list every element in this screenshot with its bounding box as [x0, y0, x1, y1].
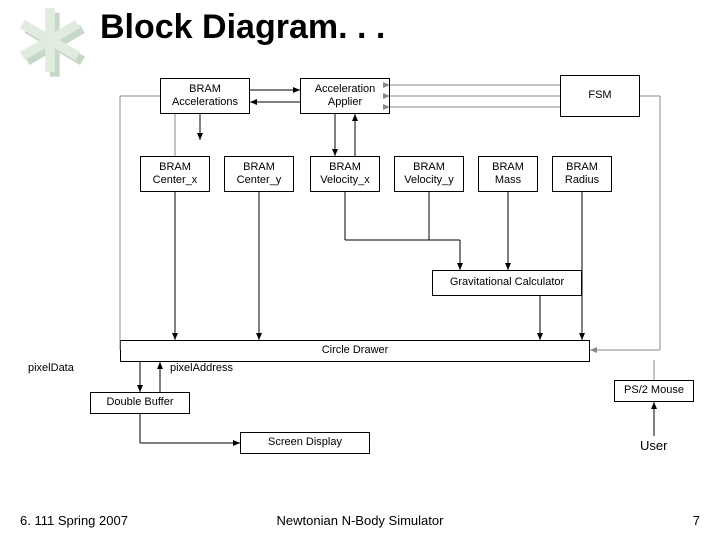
- block-line: Mass: [495, 174, 521, 187]
- block-line: Center_y: [237, 174, 282, 187]
- block-bram-velocity-x: BRAM Velocity_x: [310, 156, 380, 192]
- block-line: PS/2 Mouse: [624, 384, 684, 397]
- block-bram-accelerations: BRAM Accelerations: [160, 78, 250, 114]
- block-line: Center_x: [153, 174, 198, 187]
- block-line: Accelerations: [172, 96, 238, 109]
- asterisk-decor: [10, 0, 90, 80]
- block-line: Acceleration: [315, 83, 376, 96]
- block-line: Radius: [565, 174, 599, 187]
- label-pixel-data: pixelData: [28, 362, 74, 374]
- block-gravitational-calculator: Gravitational Calculator: [432, 270, 582, 296]
- block-screen-display: Screen Display: [240, 432, 370, 454]
- block-double-buffer: Double Buffer: [90, 392, 190, 414]
- block-line: Gravitational Calculator: [450, 276, 564, 289]
- footer-right: 7: [693, 513, 700, 528]
- label-user: User: [640, 438, 667, 453]
- block-line: BRAM: [566, 161, 598, 174]
- block-line: BRAM: [413, 161, 445, 174]
- block-line: Velocity_x: [320, 174, 370, 187]
- block-line: BRAM: [492, 161, 524, 174]
- block-bram-center-x: BRAM Center_x: [140, 156, 210, 192]
- block-bram-velocity-y: BRAM Velocity_y: [394, 156, 464, 192]
- block-bram-mass: BRAM Mass: [478, 156, 538, 192]
- block-line: BRAM: [189, 83, 221, 96]
- block-line: Circle Drawer: [322, 344, 389, 357]
- block-line: BRAM: [159, 161, 191, 174]
- block-bram-radius: BRAM Radius: [552, 156, 612, 192]
- label-pixel-address: pixelAddress: [170, 362, 233, 374]
- page-title: Block Diagram. . .: [100, 8, 385, 47]
- block-line: Double Buffer: [106, 396, 173, 409]
- block-line: BRAM: [329, 161, 361, 174]
- block-line: BRAM: [243, 161, 275, 174]
- block-bram-center-y: BRAM Center_y: [224, 156, 294, 192]
- block-line: FSM: [588, 89, 611, 102]
- block-circle-drawer: Circle Drawer: [120, 340, 590, 362]
- block-fsm: FSM: [560, 75, 640, 117]
- footer-center: Newtonian N-Body Simulator: [0, 513, 720, 528]
- block-acceleration-applier: Acceleration Applier: [300, 78, 390, 114]
- block-ps2-mouse: PS/2 Mouse: [614, 380, 694, 402]
- block-line: Applier: [328, 96, 362, 109]
- block-line: Velocity_y: [404, 174, 454, 187]
- block-line: Screen Display: [268, 436, 342, 449]
